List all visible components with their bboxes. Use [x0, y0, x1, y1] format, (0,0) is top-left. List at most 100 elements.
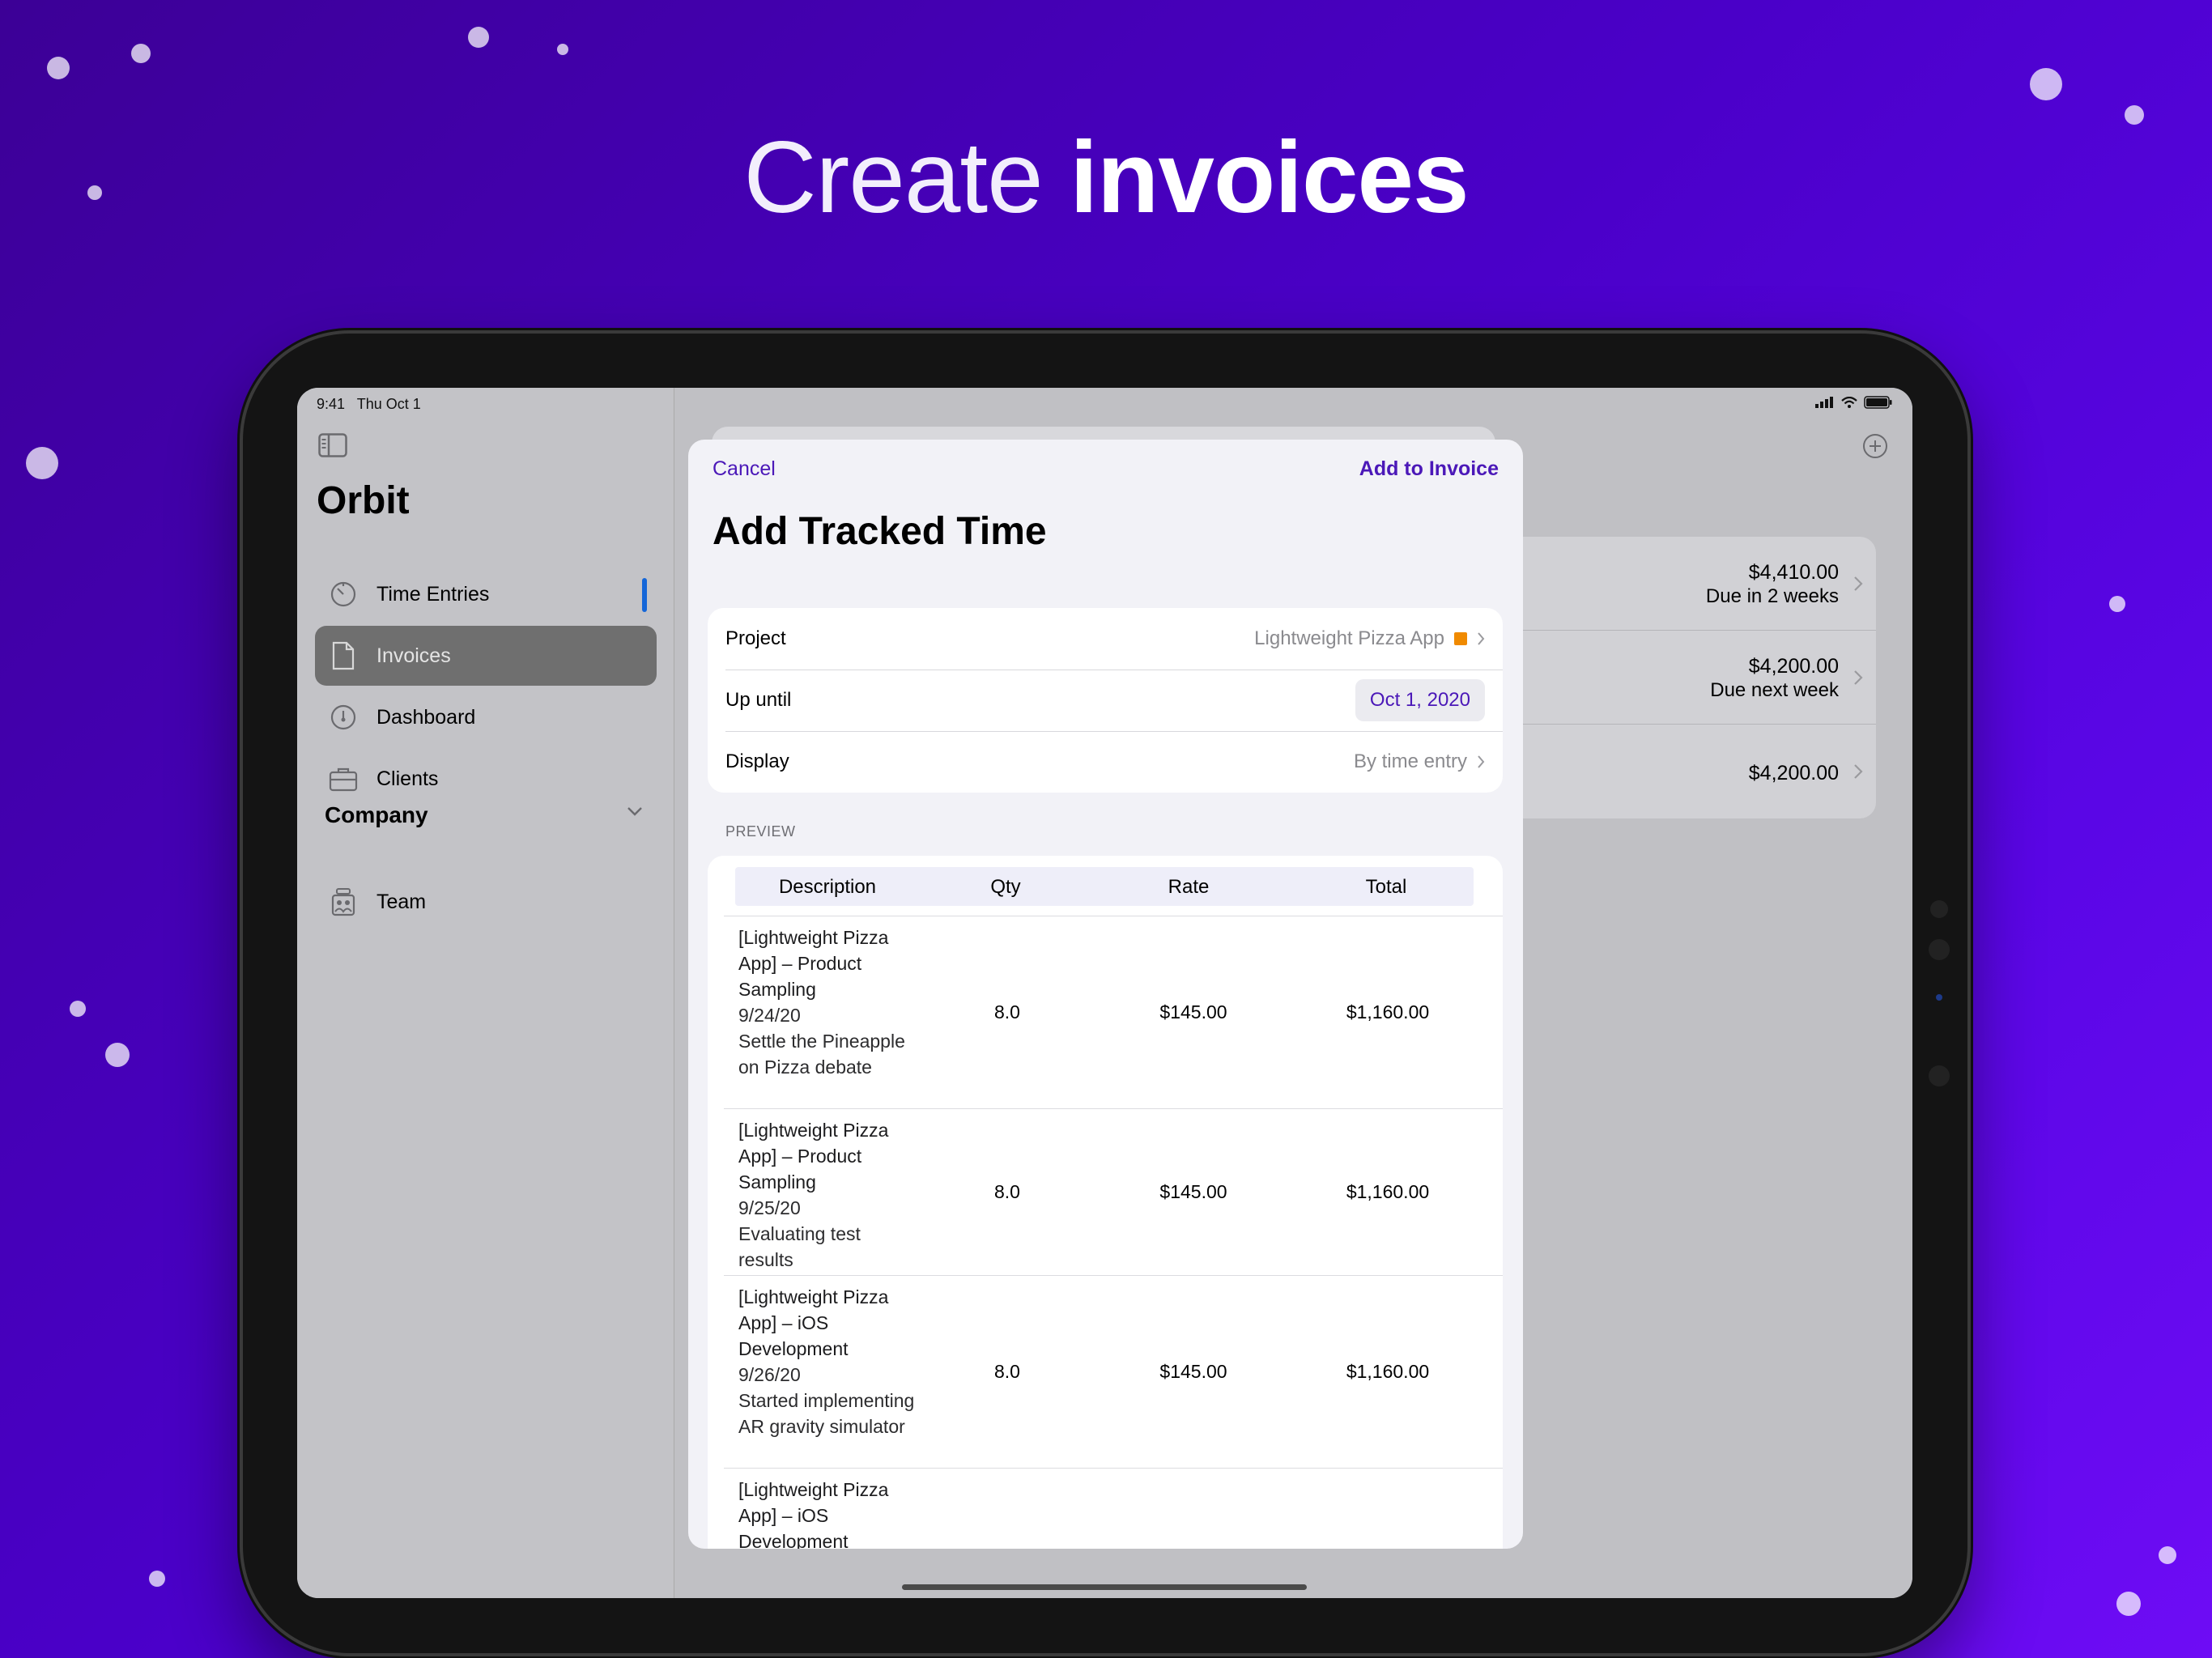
- table-row: [Lightweight Pizza App] – iOS Developmen…: [724, 1468, 1503, 1549]
- add-tracked-time-sheet: Cancel Add to Invoice Add Tracked Time P…: [688, 440, 1523, 1549]
- sidebar-item-time-entries[interactable]: Time Entries: [315, 564, 657, 624]
- description-cell: [Lightweight Pizza App] – iOS Developmen…: [738, 1284, 917, 1439]
- decor-dot: [26, 447, 58, 479]
- column-header-total: Total: [1365, 876, 1407, 898]
- invoice-amount: $4,200.00: [1748, 762, 1839, 784]
- up-until-row: Up until Oct 1, 2020: [708, 670, 1503, 731]
- chevron-down-icon[interactable]: [626, 806, 644, 821]
- decor-dot: [105, 1043, 130, 1067]
- entry-date: 9/25/20: [738, 1197, 801, 1218]
- description-cell: [Lightweight Pizza App] – Product Sampli…: [738, 1117, 917, 1273]
- qty-cell: 8.0: [994, 1181, 1020, 1202]
- add-invoice-button[interactable]: [1862, 433, 1888, 463]
- description-cell: [Lightweight Pizza App] – iOS Developmen…: [738, 1477, 917, 1549]
- project-row[interactable]: Project Lightweight Pizza App: [708, 608, 1503, 670]
- sidebar-item-clients[interactable]: Clients: [315, 749, 657, 809]
- sidebar: 9:41 Thu Oct 1 Orbit Time Entries Invoic…: [297, 388, 674, 1598]
- display-label: Display: [725, 750, 789, 772]
- display-row[interactable]: Display By time entry: [708, 731, 1503, 793]
- preview-section-label: PREVIEW: [725, 823, 796, 840]
- sidebar-item-team[interactable]: Team: [315, 872, 657, 932]
- decor-dot: [557, 44, 568, 55]
- table-header: Description Qty Rate Total: [735, 867, 1474, 906]
- camera-dot: [1929, 939, 1950, 960]
- status-date: Thu Oct 1: [356, 396, 421, 412]
- decor-dot: [131, 44, 151, 63]
- document-icon: [326, 639, 360, 673]
- entry-title: [Lightweight Pizza App] – iOS Developmen…: [738, 1286, 889, 1359]
- project-label: Project: [725, 627, 786, 649]
- briefcase-icon: [326, 762, 360, 796]
- entry-note: Started implementing AR gravity simulato…: [738, 1390, 915, 1437]
- team-icon: [326, 885, 360, 919]
- total-cell: $1,160.00: [1346, 1361, 1430, 1382]
- chevron-right-icon: [1478, 632, 1485, 645]
- invoice-amount: $4,410.00: [1748, 561, 1839, 584]
- invoice-due: Due next week: [1710, 679, 1839, 701]
- entry-date: 9/24/20: [738, 1005, 801, 1026]
- entry-note: Evaluating test results: [738, 1223, 861, 1270]
- decor-dot: [2159, 1546, 2176, 1564]
- qty-cell: 8.0: [994, 1361, 1020, 1382]
- invoice-preview-table: Description Qty Rate Total [Lightweight …: [708, 856, 1503, 1549]
- headline: Create invoices: [0, 121, 2212, 235]
- add-to-invoice-button[interactable]: Add to Invoice: [1359, 457, 1499, 481]
- project-name: Lightweight Pizza App: [1254, 627, 1444, 649]
- screen: 9:41 Thu Oct 1 Orbit Time Entries Invoic…: [297, 388, 1912, 1598]
- decor-dot: [70, 1001, 86, 1017]
- invoice-due: Due in 2 weeks: [1705, 585, 1839, 607]
- cancel-button[interactable]: Cancel: [713, 457, 776, 481]
- entry-title: [Lightweight Pizza App] – iOS Developmen…: [738, 1479, 889, 1549]
- chevron-right-icon: [1854, 670, 1863, 685]
- display-value: By time entry: [1354, 750, 1485, 773]
- sidebar-toggle-icon[interactable]: [318, 433, 347, 461]
- qty-cell: 8.0: [994, 1001, 1020, 1022]
- display-mode: By time entry: [1353, 750, 1467, 772]
- rate-cell: $145.00: [1159, 1361, 1227, 1382]
- decor-dot: [47, 57, 70, 79]
- sidebar-item-label: Time Entries: [376, 582, 490, 606]
- sidebar-item-label: Dashboard: [376, 705, 476, 729]
- chevron-right-icon: [1854, 576, 1863, 591]
- status-time: 9:41 Thu Oct 1: [317, 396, 421, 413]
- headline-bold: invoices: [1070, 121, 1469, 234]
- status-clock: 9:41: [317, 396, 346, 412]
- column-header-description: Description: [778, 876, 877, 898]
- sidebar-item-dashboard[interactable]: Dashboard: [315, 687, 657, 747]
- column-header-rate: Rate: [1168, 876, 1210, 898]
- cellular-icon: [1815, 397, 1833, 408]
- camera-dot: [1929, 1065, 1950, 1086]
- entry-date: 9/26/20: [738, 1364, 801, 1385]
- description-cell: [Lightweight Pizza App] – Product Sampli…: [738, 925, 917, 1080]
- camera-dot: [1930, 900, 1948, 918]
- focus-indicator: [642, 578, 647, 612]
- project-value: Lightweight Pizza App: [1254, 627, 1485, 650]
- date-picker-button[interactable]: Oct 1, 2020: [1355, 679, 1485, 721]
- chevron-right-icon: [1478, 755, 1485, 768]
- rate-cell: $145.00: [1159, 1181, 1227, 1202]
- decor-dot: [2109, 596, 2125, 612]
- form-group: Project Lightweight Pizza App Up until O…: [708, 608, 1503, 793]
- gauge-icon: [326, 700, 360, 734]
- status-bar: 9:41 Thu Oct 1: [297, 388, 674, 420]
- invoice-amount: $4,200.00: [1748, 655, 1839, 678]
- entry-title: [Lightweight Pizza App] – Product Sampli…: [738, 927, 889, 1000]
- decor-dot: [468, 27, 489, 48]
- sidebar-item-label: Invoices: [376, 644, 451, 667]
- status-icons: [1815, 396, 1893, 409]
- column-header-qty: Qty: [990, 876, 1021, 898]
- entry-note: Settle the Pineapple on Pizza debate: [738, 1031, 905, 1078]
- section-header-company[interactable]: Company: [325, 802, 428, 828]
- sheet-title: Add Tracked Time: [713, 510, 1047, 553]
- home-indicator[interactable]: [902, 1584, 1307, 1590]
- sidebar-item-label: Clients: [376, 767, 439, 790]
- camera-dot: [1936, 994, 1942, 1001]
- total-cell: $1,160.00: [1346, 1181, 1430, 1202]
- up-until-label: Up until: [725, 689, 792, 711]
- decor-dot: [149, 1571, 165, 1587]
- app-title: Orbit: [317, 479, 410, 522]
- decor-dot: [2116, 1592, 2141, 1616]
- sidebar-item-invoices[interactable]: Invoices: [315, 626, 657, 686]
- wifi-icon: [1841, 397, 1857, 408]
- headline-light: Create: [743, 121, 1043, 234]
